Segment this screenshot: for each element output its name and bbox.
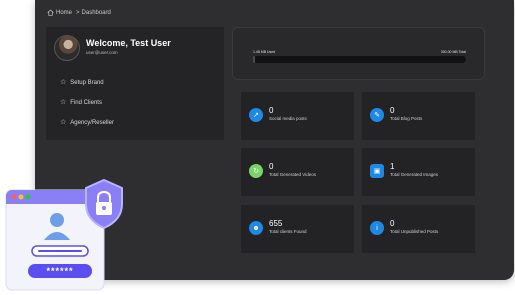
star-icon: ☆: [60, 99, 67, 106]
storage-used-label: 1.48 MB Used: [253, 50, 276, 54]
stat-label: Total Unpublished Posts: [390, 229, 439, 234]
storage-progress-fill: [253, 56, 256, 63]
breadcrumb-current: Dashboard: [81, 9, 111, 16]
profile-card: Welcome, Test User user@user.com ☆ Setup…: [46, 27, 224, 140]
stat-card-unpublished-posts[interactable]: i 0 Total Unpublished Posts: [362, 205, 475, 253]
breadcrumb-home[interactable]: Home: [56, 10, 72, 16]
stat-label: Total Generated Images: [390, 172, 439, 177]
menu-item-find-clients[interactable]: ☆ Find Clients: [60, 99, 102, 106]
star-icon: ☆: [60, 79, 67, 86]
password-mask: ******: [46, 266, 73, 276]
stat-value: 0: [390, 106, 395, 115]
stat-value: 0: [269, 162, 274, 171]
users-icon: ☻: [249, 221, 263, 235]
storage-usage-card: 1.48 MB Used 300.00 MB Total: [232, 27, 485, 80]
video-icon: ↻: [249, 164, 263, 178]
share-icon: ↗: [249, 108, 263, 122]
info-icon: i: [370, 221, 384, 235]
stat-card-generated-images[interactable]: ▣ 1 Total Generated Images: [362, 148, 475, 196]
user-email: user@user.com: [86, 50, 118, 55]
breadcrumb: Home > Dashboard: [47, 9, 111, 16]
stat-label: Total clients Found: [269, 229, 307, 234]
home-icon[interactable]: [47, 9, 54, 16]
stat-card-blog-posts[interactable]: ✎ 0 Total Blog Posts: [362, 92, 475, 140]
stat-card-social-posts[interactable]: ↗ 0 Social media posts: [241, 92, 354, 140]
breadcrumb-separator: >: [76, 9, 80, 16]
security-illustration: ******: [5, 178, 123, 291]
stat-value: 655: [269, 219, 283, 228]
welcome-title: Welcome, Test User: [86, 38, 171, 48]
star-icon: ☆: [60, 119, 67, 126]
stat-value: 1: [390, 162, 395, 171]
stat-card-clients-found[interactable]: ☻ 655 Total clients Found: [241, 205, 354, 253]
stat-label: Total Blog Posts: [390, 116, 423, 121]
menu-item-label: Setup Brand: [70, 79, 104, 86]
menu-item-setup-brand[interactable]: ☆ Setup Brand: [60, 79, 104, 86]
storage-total-label: 300.00 MB Total: [440, 50, 466, 54]
blog-icon: ✎: [370, 108, 384, 122]
menu-item-agency-reseller[interactable]: ☆ Agency/Reseller: [60, 119, 114, 126]
avatar: [54, 35, 80, 61]
storage-progress-bar: [253, 56, 466, 63]
menu-item-label: Agency/Reseller: [70, 119, 114, 126]
image-icon: ▣: [370, 164, 384, 178]
stat-value: 0: [269, 106, 274, 115]
stat-label: Social media posts: [269, 116, 307, 121]
stat-value: 0: [390, 219, 395, 228]
stat-card-generated-videos[interactable]: ↻ 0 Total Generated Videos: [241, 148, 354, 196]
stat-label: Total Generated Videos: [269, 172, 316, 177]
menu-item-label: Find Clients: [70, 99, 102, 106]
